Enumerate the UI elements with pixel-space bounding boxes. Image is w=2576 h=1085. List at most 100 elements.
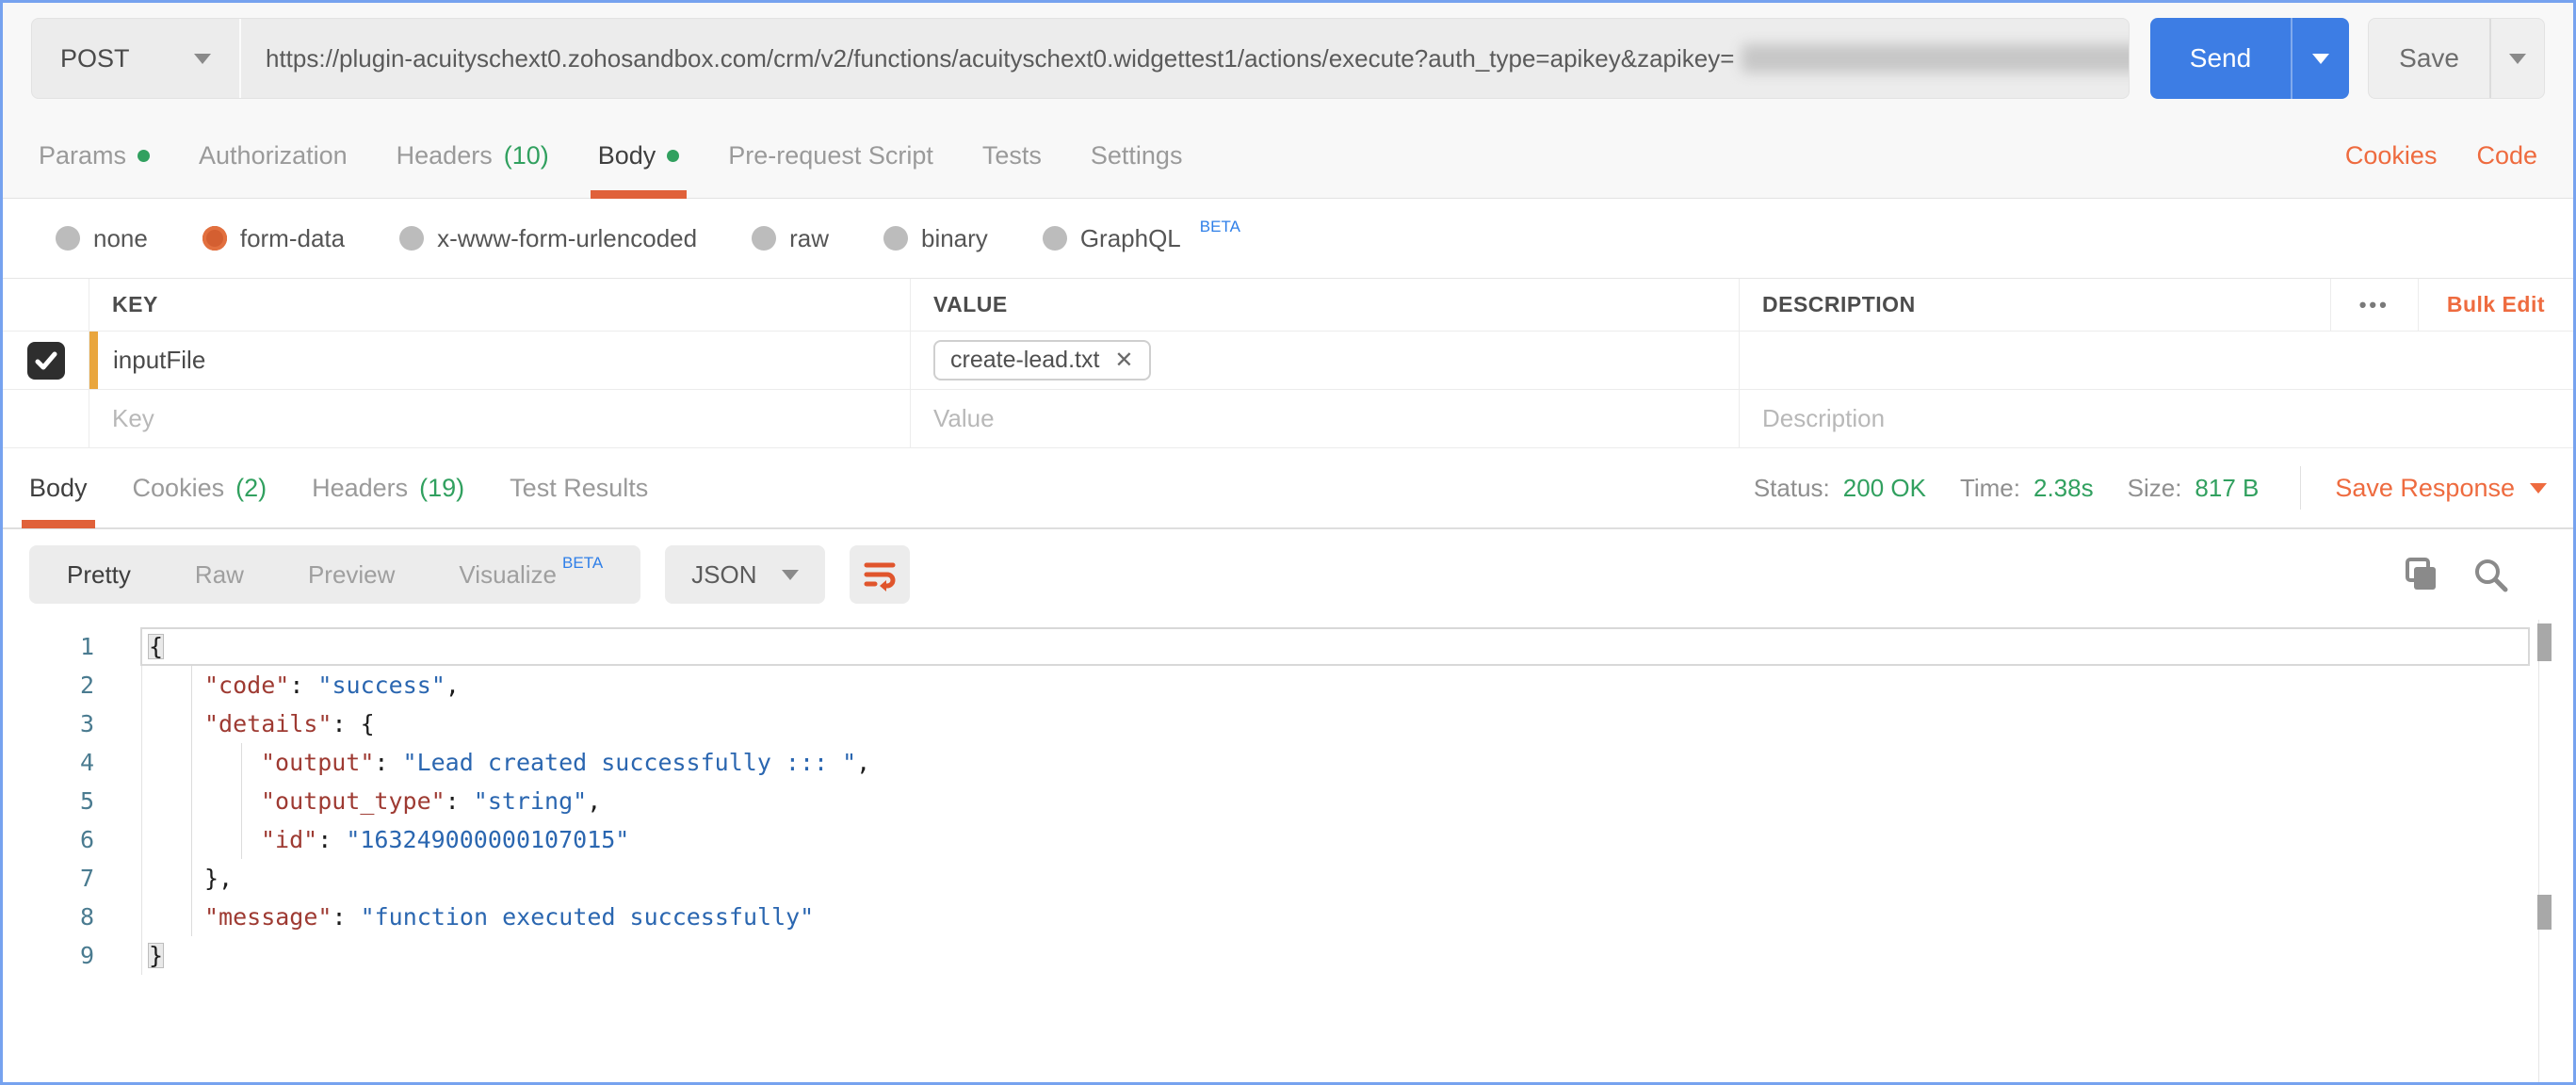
tab-body[interactable]: Body (590, 114, 688, 199)
key-cell[interactable]: inputFile (89, 332, 911, 389)
row-checkbox-checked[interactable] (26, 341, 65, 380)
view-switcher: Pretty Raw Preview Visualize BETA (29, 545, 641, 604)
view-pretty[interactable]: Pretty (35, 560, 163, 590)
radio-graphql[interactable]: GraphQL BETA (1042, 218, 1240, 253)
body-type-selector: none form-data x-www-form-urlencoded raw… (3, 199, 2573, 278)
response-tab-body[interactable]: Body (22, 448, 95, 528)
method-select[interactable]: POST (32, 19, 241, 98)
url-value: https://plugin-acuityschext0.zohosandbox… (266, 43, 1735, 73)
radio-label: GraphQL (1079, 223, 1181, 252)
header-checkbox-cell (3, 279, 89, 331)
scrollbar-thumb[interactable] (2537, 895, 2552, 930)
format-select[interactable]: JSON (665, 545, 825, 604)
active-tab-underline (22, 520, 95, 528)
view-visualize[interactable]: Visualize BETA (427, 554, 635, 590)
tab-label: Body (29, 473, 88, 502)
radio-icon (883, 226, 908, 251)
cookies-link[interactable]: Cookies (2345, 141, 2438, 170)
green-dot-icon (667, 150, 680, 162)
tab-authorization[interactable]: Authorization (199, 114, 348, 198)
response-status-group: Status: 200 OK Time: 2.38s Size: 817 B S… (1754, 466, 2547, 510)
description-label: DESCRIPTION (1762, 292, 1916, 316)
top-links: Cookies Code (2345, 141, 2537, 170)
code-line-7: 7 }, (3, 859, 2573, 898)
bulk-edit-link[interactable]: Bulk Edit (2417, 279, 2573, 331)
search-button[interactable] (2471, 556, 2509, 593)
more-options-icon[interactable]: ••• (2329, 279, 2418, 331)
value-input-placeholder[interactable]: Value (911, 390, 1740, 447)
response-body-editor[interactable]: 1 { 2 "code": "success", 3 "details": { … (3, 620, 2573, 1082)
radio-label: form-data (239, 223, 346, 252)
header-actions: ••• Bulk Edit (2329, 279, 2573, 331)
tab-label: Headers (396, 141, 493, 170)
send-button[interactable]: Send (2149, 18, 2292, 99)
line-number: 1 (3, 627, 142, 666)
status-value: 200 OK (1842, 473, 1926, 502)
remove-file-icon[interactable]: ✕ (1114, 347, 1133, 374)
copy-icon (2406, 558, 2436, 590)
key-input-placeholder[interactable]: Key (89, 390, 911, 447)
toolbar-right-icons (2402, 556, 2547, 593)
tab-label: Test Results (510, 473, 649, 502)
wrap-text-button[interactable] (849, 545, 910, 604)
send-options-button[interactable] (2291, 18, 2350, 99)
view-raw[interactable]: Raw (163, 560, 276, 590)
radio-icon (56, 226, 80, 251)
url-group: POST https://plugin-acuityschext0.zohosa… (31, 18, 2130, 99)
description-cell[interactable] (1740, 332, 2573, 389)
radio-form-data[interactable]: form-data (202, 223, 346, 253)
tab-params[interactable]: Params (39, 114, 151, 198)
response-tab-headers[interactable]: Headers (19) (312, 448, 464, 527)
view-label: Visualize (459, 559, 558, 589)
view-preview[interactable]: Preview (276, 560, 427, 590)
save-button-group: Save (2368, 18, 2545, 99)
code-line-5: 5 "output_type": "string", (3, 782, 2573, 820)
radio-selected-icon (202, 226, 227, 251)
radio-none[interactable]: none (56, 224, 148, 253)
row-checkbox-cell (3, 390, 89, 447)
method-label: POST (60, 43, 130, 73)
line-number: 5 (3, 782, 142, 820)
radio-label: raw (789, 223, 829, 252)
beta-badge: BETA (562, 554, 604, 572)
wrap-text-icon (864, 562, 895, 591)
save-button[interactable]: Save (2369, 19, 2489, 98)
tab-label: Params (39, 141, 127, 170)
radio-raw[interactable]: raw (752, 224, 829, 253)
code-link[interactable]: Code (2476, 141, 2537, 170)
radio-icon (752, 226, 777, 251)
tab-tests[interactable]: Tests (982, 114, 1042, 198)
line-number: 8 (3, 898, 142, 936)
chevron-down-icon (2530, 482, 2547, 494)
tab-pre-request-script[interactable]: Pre-request Script (728, 114, 933, 198)
table-placeholder-row: Key Value Description (3, 390, 2573, 448)
active-line-highlight (140, 627, 2530, 666)
copy-button[interactable] (2402, 556, 2439, 593)
key-column-header: KEY (89, 279, 911, 331)
radio-label: x-www-form-urlencoded (437, 223, 698, 252)
response-tab-cookies[interactable]: Cookies (2) (133, 448, 267, 527)
description-column-header: DESCRIPTION ••• Bulk Edit (1740, 279, 2573, 331)
save-response-button[interactable]: Save Response (2335, 474, 2547, 503)
line-number: 7 (3, 859, 142, 898)
matched-brace: } (148, 942, 165, 969)
description-input-placeholder[interactable]: Description (1740, 390, 2573, 447)
response-tab-test-results[interactable]: Test Results (510, 448, 648, 527)
save-options-button[interactable] (2489, 19, 2544, 98)
status-label: Status: (1753, 473, 1830, 502)
tab-headers[interactable]: Headers (10) (397, 114, 549, 198)
tab-settings[interactable]: Settings (1091, 114, 1183, 198)
radio-label: none (93, 223, 148, 252)
radio-x-www-form-urlencoded[interactable]: x-www-form-urlencoded (399, 224, 697, 253)
code-line-4: 4 "output": "Lead created successfully :… (3, 743, 2573, 782)
tab-label: Headers (312, 473, 409, 502)
radio-binary[interactable]: binary (883, 224, 988, 253)
value-cell[interactable]: create-lead.txt ✕ (911, 332, 1740, 389)
response-toolbar: Pretty Raw Preview Visualize BETA JSON (3, 529, 2573, 620)
save-label: Save (2399, 43, 2459, 73)
scrollbar-thumb[interactable] (2537, 623, 2552, 661)
tab-label: Pre-request Script (728, 141, 933, 170)
code-line-8: 8 "message": "function executed successf… (3, 898, 2573, 936)
url-input[interactable]: https://plugin-acuityschext0.zohosandbox… (241, 19, 2129, 98)
scrollbar-track[interactable] (2538, 620, 2539, 1082)
